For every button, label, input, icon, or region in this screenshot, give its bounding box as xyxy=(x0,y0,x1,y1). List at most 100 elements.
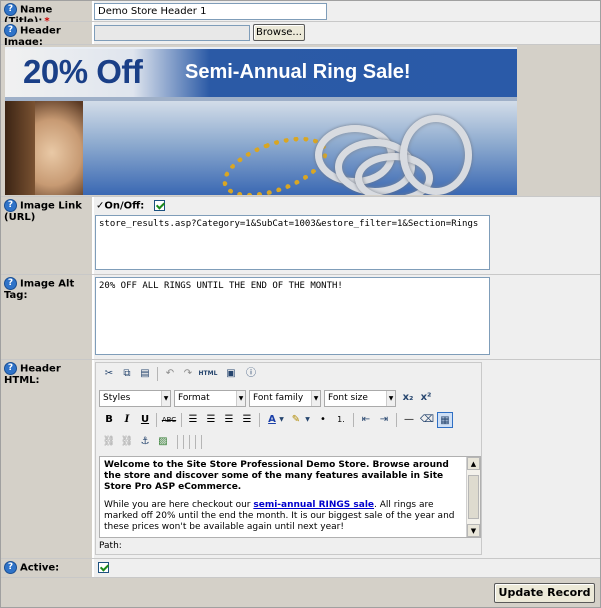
help-icon[interactable]: ? xyxy=(4,277,17,290)
row-alt-tag: ? Image Alt Tag: 20% OFF ALL RINGS UNTIL … xyxy=(1,275,600,360)
editor-toolbar-row-3: B I U ABC ☰ ☰ ☰ ☰ A ▼ ✎ ▼ • 1. ⇤ ⇥ — ⌫ ▦ xyxy=(99,411,479,431)
rings-sale-link[interactable]: semi-annual RINGS sale xyxy=(253,500,374,510)
label-cell-name: ?Name (Title):* xyxy=(1,1,93,27)
styles-select[interactable]: Styles ▼ xyxy=(99,390,171,407)
chevron-down-icon: ▼ xyxy=(161,391,170,406)
content-sale-paragraph: While you are here checkout our semi-ann… xyxy=(104,500,460,533)
editor-toolbar-row-1: ✂ ⧉ ▤ ↶ ↷ HTML ▣ ⓘ xyxy=(99,365,479,385)
indent-icon[interactable]: ⇥ xyxy=(376,412,392,428)
record-form: ?Name (Title):* ?Header Image: Browse...… xyxy=(0,0,601,608)
align-left-icon[interactable]: ☰ xyxy=(185,412,201,428)
subscript-button[interactable]: x₂ xyxy=(400,390,416,406)
bold-button[interactable]: B xyxy=(101,412,117,428)
scroll-down-icon[interactable]: ▼ xyxy=(467,524,480,537)
insert-image-icon[interactable]: ▨ xyxy=(155,434,171,450)
help-icon[interactable]: ? xyxy=(4,362,17,375)
banner-sale-text: Semi-Annual Ring Sale! xyxy=(185,61,411,83)
font-family-select-value: Font family xyxy=(253,393,304,403)
toolbar-separator xyxy=(183,435,184,449)
row-name: ?Name (Title):* xyxy=(1,1,600,27)
underline-button[interactable]: U xyxy=(137,412,153,428)
onoff-group: ✓On/Off: xyxy=(96,200,165,212)
html-source-icon[interactable]: HTML xyxy=(196,366,220,382)
help-icon[interactable]: ? xyxy=(4,3,17,16)
active-label: Active: xyxy=(20,562,60,574)
header-image-preview: 20% Off Semi-Annual Ring Sale! xyxy=(5,47,517,195)
format-select-value: Format xyxy=(178,393,210,403)
anchor-icon[interactable]: ⚓ xyxy=(137,434,153,450)
help-icon[interactable]: ? xyxy=(4,199,17,212)
banner-top: 20% Off Semi-Annual Ring Sale! xyxy=(5,49,517,97)
table-icon[interactable]: ▦ xyxy=(437,412,453,428)
value-cell-header-image: Browse... xyxy=(94,22,600,44)
editor-path-bar: Path: xyxy=(99,541,122,551)
model-hair-image xyxy=(5,101,35,195)
align-justify-icon[interactable]: ☰ xyxy=(239,412,255,428)
value-cell-image-link: ✓On/Off: store_results.asp?Category=1&Su… xyxy=(94,197,600,274)
browse-button[interactable]: Browse... xyxy=(253,24,305,41)
label-cell-header-image: ? Header Image: xyxy=(1,22,93,48)
help-icon[interactable]: ? xyxy=(4,24,17,37)
toolbar-separator xyxy=(157,367,158,381)
editor-toolbar-row-4: ⛓ ⛓ ⚓ ▨ xyxy=(99,433,479,453)
eraser-icon[interactable]: ⌫ xyxy=(419,412,435,428)
onoff-label: On/Off: xyxy=(104,200,145,212)
help-icon[interactable]: ? xyxy=(4,561,17,574)
ring-image xyxy=(400,115,472,195)
link-icon[interactable]: ⛓ xyxy=(101,434,117,450)
onoff-checkbox[interactable] xyxy=(153,200,165,211)
label-cell-image-link: ? Image Link (URL) xyxy=(1,197,93,274)
active-checkbox[interactable] xyxy=(98,562,109,573)
banner-discount-text: 20% Off xyxy=(23,53,143,90)
name-input[interactable] xyxy=(94,3,327,20)
toolbar-separator xyxy=(195,435,196,449)
superscript-button[interactable]: x² xyxy=(418,390,434,406)
image-link-textarea[interactable]: store_results.asp?Category=1&SubCat=1003… xyxy=(95,215,490,270)
paste-word-icon[interactable]: ▤ xyxy=(137,366,153,382)
scroll-up-icon[interactable]: ▲ xyxy=(467,457,480,470)
strikethrough-button[interactable]: ABC xyxy=(160,412,178,428)
value-cell-active xyxy=(94,559,600,577)
font-family-select[interactable]: Font family ▼ xyxy=(249,390,321,407)
highlight-color-icon[interactable]: ✎ xyxy=(288,412,304,428)
format-select[interactable]: Format ▼ xyxy=(174,390,246,407)
italic-button[interactable]: I xyxy=(119,412,135,428)
toolbar-separator xyxy=(181,413,182,427)
align-center-icon[interactable]: ☰ xyxy=(203,412,219,428)
cut-icon[interactable]: ✂ xyxy=(101,366,117,382)
alt-tag-textarea[interactable]: 20% OFF ALL RINGS UNTIL THE END OF THE M… xyxy=(95,277,490,355)
toolbar-separator xyxy=(156,413,157,427)
chevron-down-icon[interactable]: ▼ xyxy=(277,412,286,428)
editor-content-area[interactable]: Welcome to the Site Store Professional D… xyxy=(99,456,481,538)
scroll-thumb[interactable] xyxy=(468,475,479,519)
editor-toolbar-row-2: Styles ▼ Format ▼ Font family ▼ Font size ▼ … xyxy=(99,389,479,409)
toolbar-separator xyxy=(189,435,190,449)
copy-icon[interactable]: ⧉ xyxy=(119,366,135,382)
undo-icon[interactable]: ↶ xyxy=(162,366,178,382)
chevron-down-icon: ▼ xyxy=(386,391,395,406)
header-image-path-input[interactable] xyxy=(94,25,250,41)
numbered-list-icon[interactable]: 1. xyxy=(333,412,349,428)
help-icon[interactable]: ⓘ xyxy=(243,366,259,382)
fullscreen-icon[interactable]: ▣ xyxy=(223,366,239,382)
row-header-image: ? Header Image: Browse... xyxy=(1,22,600,48)
horizontal-rule-icon[interactable]: — xyxy=(401,412,417,428)
toolbar-separator xyxy=(259,413,260,427)
toolbar-separator xyxy=(177,435,178,449)
outdent-icon[interactable]: ⇤ xyxy=(358,412,374,428)
row-banner-preview: 20% Off Semi-Annual Ring Sale! xyxy=(1,45,600,197)
update-record-button[interactable]: Update Record xyxy=(494,583,595,603)
toolbar-separator xyxy=(201,435,202,449)
chevron-down-icon[interactable]: ▼ xyxy=(303,412,312,428)
editor-scrollbar[interactable]: ▲ ▼ xyxy=(466,457,480,537)
label-cell-alt-tag: ? Image Alt Tag: xyxy=(1,275,93,359)
font-size-select[interactable]: Font size ▼ xyxy=(324,390,396,407)
redo-icon[interactable]: ↷ xyxy=(180,366,196,382)
align-right-icon[interactable]: ☰ xyxy=(221,412,237,428)
styles-select-value: Styles xyxy=(103,393,131,403)
unlink-icon[interactable]: ⛓ xyxy=(119,434,135,450)
bullet-list-icon[interactable]: • xyxy=(315,412,331,428)
label-cell-header-html: ? Header HTML: xyxy=(1,360,93,558)
wysiwyg-editor: ✂ ⧉ ▤ ↶ ↷ HTML ▣ ⓘ Styles ▼ Format ▼ Font … xyxy=(95,362,482,555)
value-cell-header-html: ✂ ⧉ ▤ ↶ ↷ HTML ▣ ⓘ Styles ▼ Format ▼ Font … xyxy=(94,360,600,558)
